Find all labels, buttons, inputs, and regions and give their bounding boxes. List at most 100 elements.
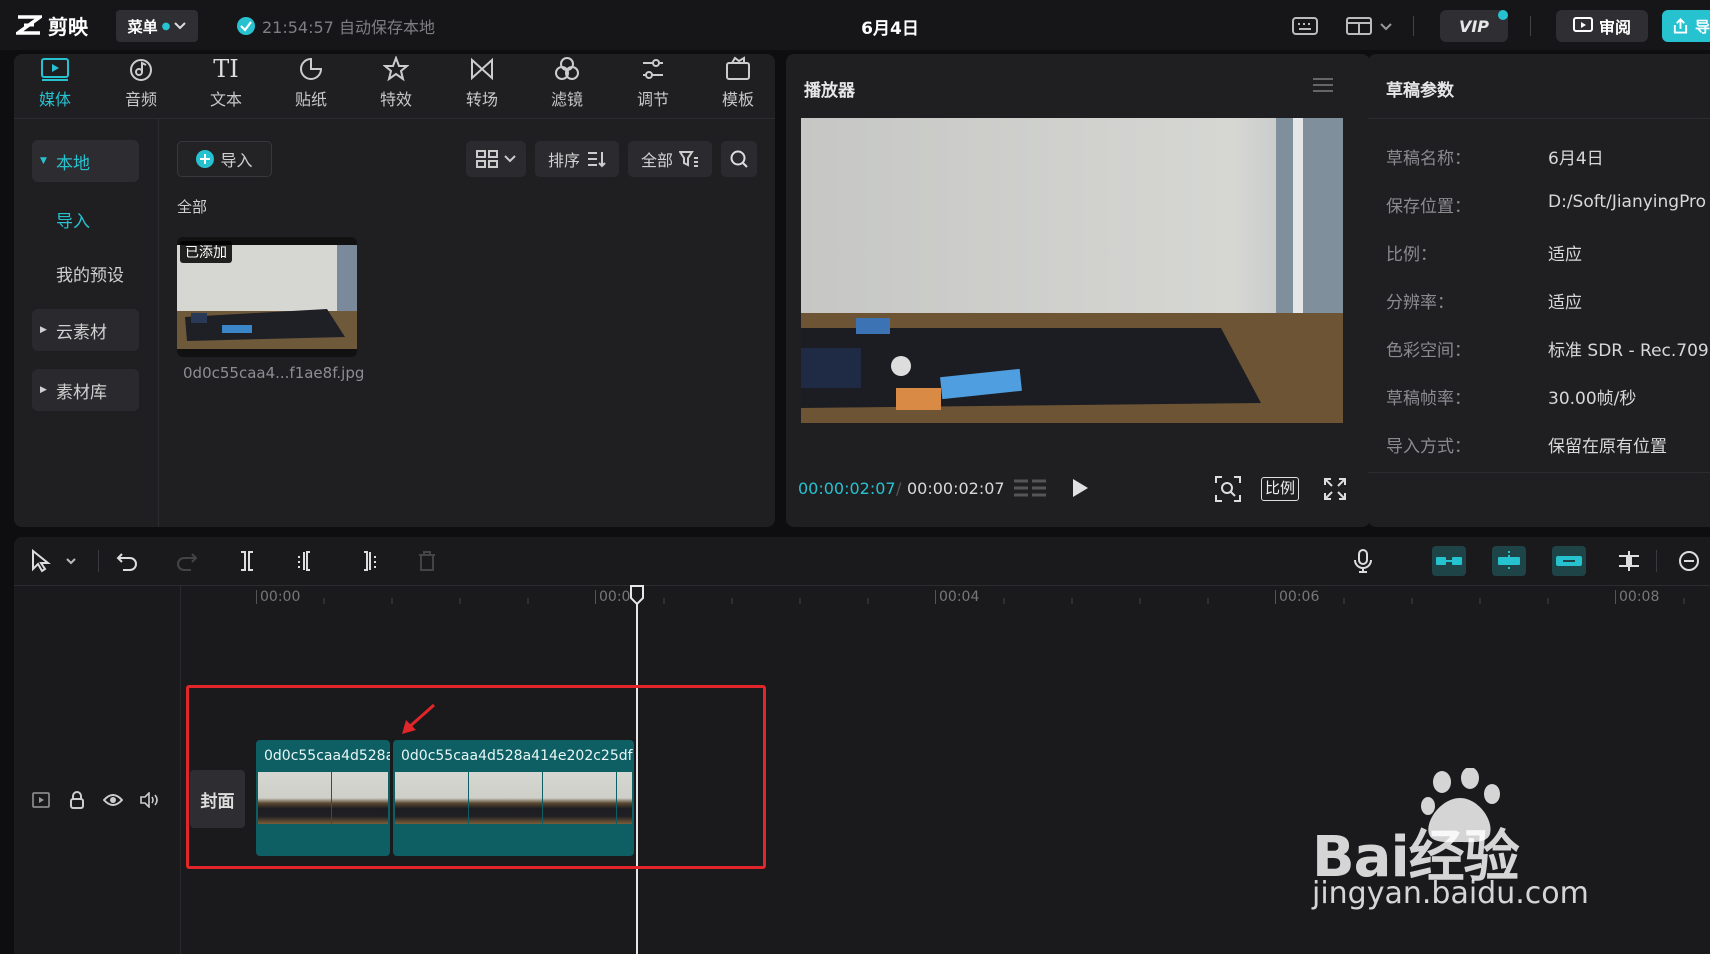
trim-right-icon[interactable] [354, 548, 380, 574]
link-icon[interactable] [1552, 546, 1586, 576]
video-preview[interactable] [801, 118, 1343, 423]
section-label: 全部 [177, 198, 208, 216]
tab-text[interactable]: TI 文本 [191, 56, 261, 116]
layout-icon[interactable] [1345, 14, 1395, 38]
microphone-icon[interactable] [1350, 548, 1376, 574]
divider [14, 585, 1710, 586]
audio-icon [130, 59, 152, 81]
tab-label: 调节 [636, 90, 669, 109]
magnet-main-track-icon[interactable] [1432, 546, 1466, 576]
export-icon [1673, 18, 1688, 34]
delete-icon[interactable] [414, 548, 440, 574]
params-title: 草稿参数 [1386, 81, 1454, 101]
menu-dot-icon: ● [161, 20, 171, 32]
param-key: 比例： [1386, 245, 1437, 265]
app-logo: 剪映 [16, 12, 88, 39]
playhead-handle-icon[interactable] [629, 584, 645, 606]
ratio-button[interactable]: 比例 [1261, 477, 1300, 501]
param-value: 30.00帧/秒 [1548, 389, 1637, 409]
check-circle-icon [237, 17, 255, 35]
vip-badge-dot [1498, 10, 1508, 20]
param-row-import-mode: 导入方式： 保留在原有位置 [1386, 432, 1667, 457]
sidebar-item-presets[interactable]: 我的预设 [32, 252, 139, 294]
snap-icon[interactable] [1492, 546, 1526, 576]
zoom-out-icon[interactable] [1676, 548, 1702, 574]
param-value: 6月4日 [1548, 149, 1604, 169]
import-button[interactable]: 导入 [177, 141, 272, 177]
param-value: 适应 [1548, 293, 1582, 313]
divider [1368, 472, 1710, 473]
import-label: 导入 [220, 151, 253, 170]
sort-button[interactable]: 排序 [535, 141, 619, 177]
tab-label: 模板 [721, 90, 754, 109]
review-button[interactable]: 审阅 [1556, 10, 1648, 42]
param-row-location: 保存位置： D:/Soft/JianyingPro [1386, 192, 1706, 217]
tab-template[interactable]: 模板 [703, 56, 773, 116]
param-key: 草稿帧率： [1386, 389, 1471, 409]
shortcut-icon[interactable] [1290, 14, 1320, 38]
grid-view-icon [476, 150, 498, 168]
player-menu-icon[interactable] [1310, 74, 1336, 96]
zoom-fit-icon[interactable] [1214, 476, 1242, 502]
sort-icon [588, 152, 606, 168]
cursor-icon [32, 549, 76, 573]
sidebar-item-import[interactable]: 导入 [32, 198, 139, 240]
filter-all-button[interactable]: 全部 [628, 141, 712, 177]
fullscreen-icon[interactable] [1322, 476, 1348, 502]
export-button[interactable]: 导 [1662, 10, 1710, 42]
tab-audio[interactable]: 音频 [106, 56, 176, 116]
caret-right-icon: ▶ [40, 325, 47, 335]
adjust-icon [643, 59, 663, 79]
preview-axis-icon[interactable] [1614, 548, 1644, 574]
split-icon[interactable] [234, 548, 260, 574]
eye-icon[interactable] [102, 790, 124, 810]
lock-icon[interactable] [66, 790, 88, 810]
plus-circle-icon [196, 150, 215, 168]
play-icon[interactable] [1068, 476, 1092, 500]
tab-media[interactable]: 媒体 [20, 56, 90, 116]
search-button[interactable] [721, 141, 757, 177]
sidebar-item-library[interactable]: ▶ 素材库 [32, 369, 139, 411]
view-toggle-button[interactable] [466, 141, 526, 177]
volume-icon[interactable] [138, 790, 160, 810]
time-separator: / [896, 479, 902, 498]
caret-right-icon: ▶ [40, 385, 47, 395]
funnel-icon [679, 151, 698, 167]
frame-list-icon[interactable] [1012, 476, 1048, 500]
redo-icon[interactable] [174, 548, 200, 574]
tab-filter[interactable]: 滤镜 [532, 56, 602, 116]
tab-sticker[interactable]: 贴纸 [276, 56, 346, 116]
param-key: 色彩空间： [1386, 341, 1471, 361]
param-key: 草稿名称： [1386, 149, 1471, 169]
divider [1413, 16, 1414, 36]
param-row-colorspace: 色彩空间： 标准 SDR - Rec.709 [1386, 336, 1709, 361]
param-key: 导入方式： [1386, 437, 1471, 457]
undo-icon[interactable] [114, 548, 140, 574]
select-tool-button[interactable] [26, 548, 82, 574]
filter-label: 全部 [640, 151, 673, 170]
divider [98, 550, 99, 572]
sidebar-item-local[interactable]: ▼ 本地 [32, 140, 139, 182]
media-icon [41, 58, 69, 81]
trim-left-icon[interactable] [294, 548, 320, 574]
chevron-down-icon [504, 155, 516, 163]
tab-label: 贴纸 [294, 90, 327, 109]
sidebar-item-label: 素材库 [56, 382, 107, 403]
menu-button[interactable]: 菜单 ● [116, 10, 198, 42]
transition-icon [471, 57, 493, 81]
divider [1368, 118, 1710, 119]
divider [158, 118, 159, 527]
capcut-logo-icon [16, 15, 42, 35]
sidebar-item-cloud[interactable]: ▶ 云素材 [32, 309, 139, 351]
tab-label: 特效 [379, 90, 412, 109]
menu-label: 菜单 [127, 17, 158, 36]
tab-effects[interactable]: 特效 [361, 56, 431, 116]
param-row-framerate: 草稿帧率： 30.00帧/秒 [1386, 384, 1636, 409]
added-badge: 已添加 [180, 241, 232, 263]
player-title: 播放器 [804, 81, 855, 101]
tab-label: 媒体 [38, 90, 71, 109]
tab-adjust[interactable]: 调节 [618, 56, 688, 116]
tab-transition[interactable]: 转场 [447, 56, 517, 116]
param-row-name: 草稿名称： 6月4日 [1386, 144, 1604, 169]
export-label: 导 [1694, 17, 1710, 36]
